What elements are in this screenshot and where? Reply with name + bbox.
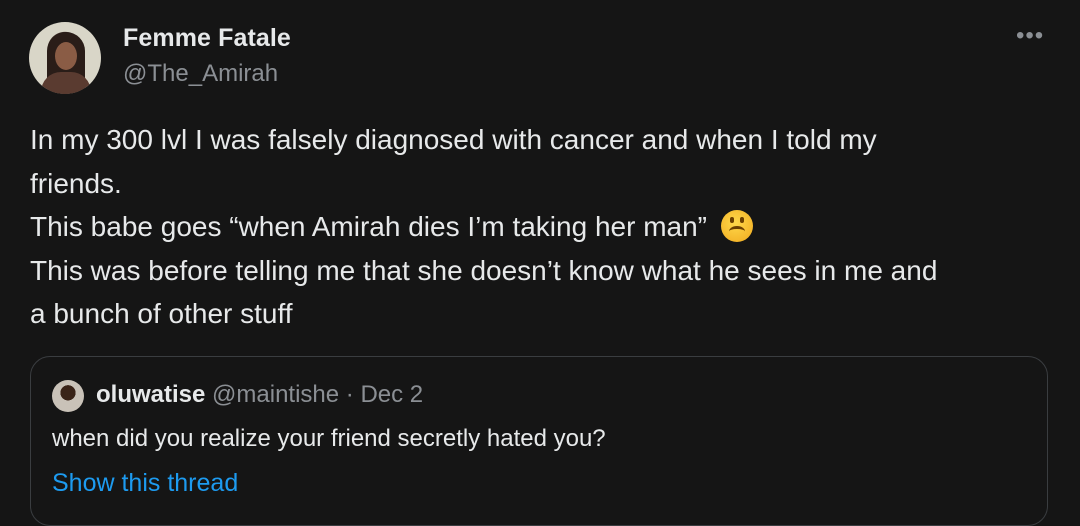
tweet-text-line: a bunch of other stuff xyxy=(30,298,293,329)
quoted-display-name[interactable]: oluwatise xyxy=(96,381,205,408)
quoted-tweet[interactable]: oluwatise @maintishe · Dec 2 when did yo… xyxy=(30,356,1048,526)
quoted-handle[interactable]: @maintishe xyxy=(212,381,339,408)
tweet-text: In my 300 lvl I was falsely diagnosed wi… xyxy=(30,118,1060,336)
tweet-text-line: This babe goes “when Amirah dies I’m tak… xyxy=(30,205,1060,249)
quoted-text: when did you realize your friend secretl… xyxy=(52,425,606,452)
quoted-separator: · xyxy=(339,381,361,408)
tweet-text-line: In my 300 lvl I was falsely diagnosed wi… xyxy=(30,124,877,155)
quoted-header: oluwatise @maintishe · Dec 2 xyxy=(96,381,423,409)
tweet-text-line: friends. xyxy=(30,167,122,199)
avatar[interactable] xyxy=(29,22,101,94)
author-handle[interactable]: @The_Amirah xyxy=(123,60,278,88)
upside-down-face-emoji-icon xyxy=(721,209,753,242)
tweet-text-line-content: This babe goes “when Amirah dies I’m tak… xyxy=(30,211,707,242)
quoted-avatar[interactable] xyxy=(52,380,84,412)
show-thread-link[interactable]: Show this thread xyxy=(52,469,238,498)
quoted-date[interactable]: Dec 2 xyxy=(360,381,423,408)
author-display-name[interactable]: Femme Fatale xyxy=(123,24,291,53)
more-options-icon[interactable]: ••• xyxy=(1016,22,1044,50)
tweet-text-line: This was before telling me that she does… xyxy=(30,254,938,286)
